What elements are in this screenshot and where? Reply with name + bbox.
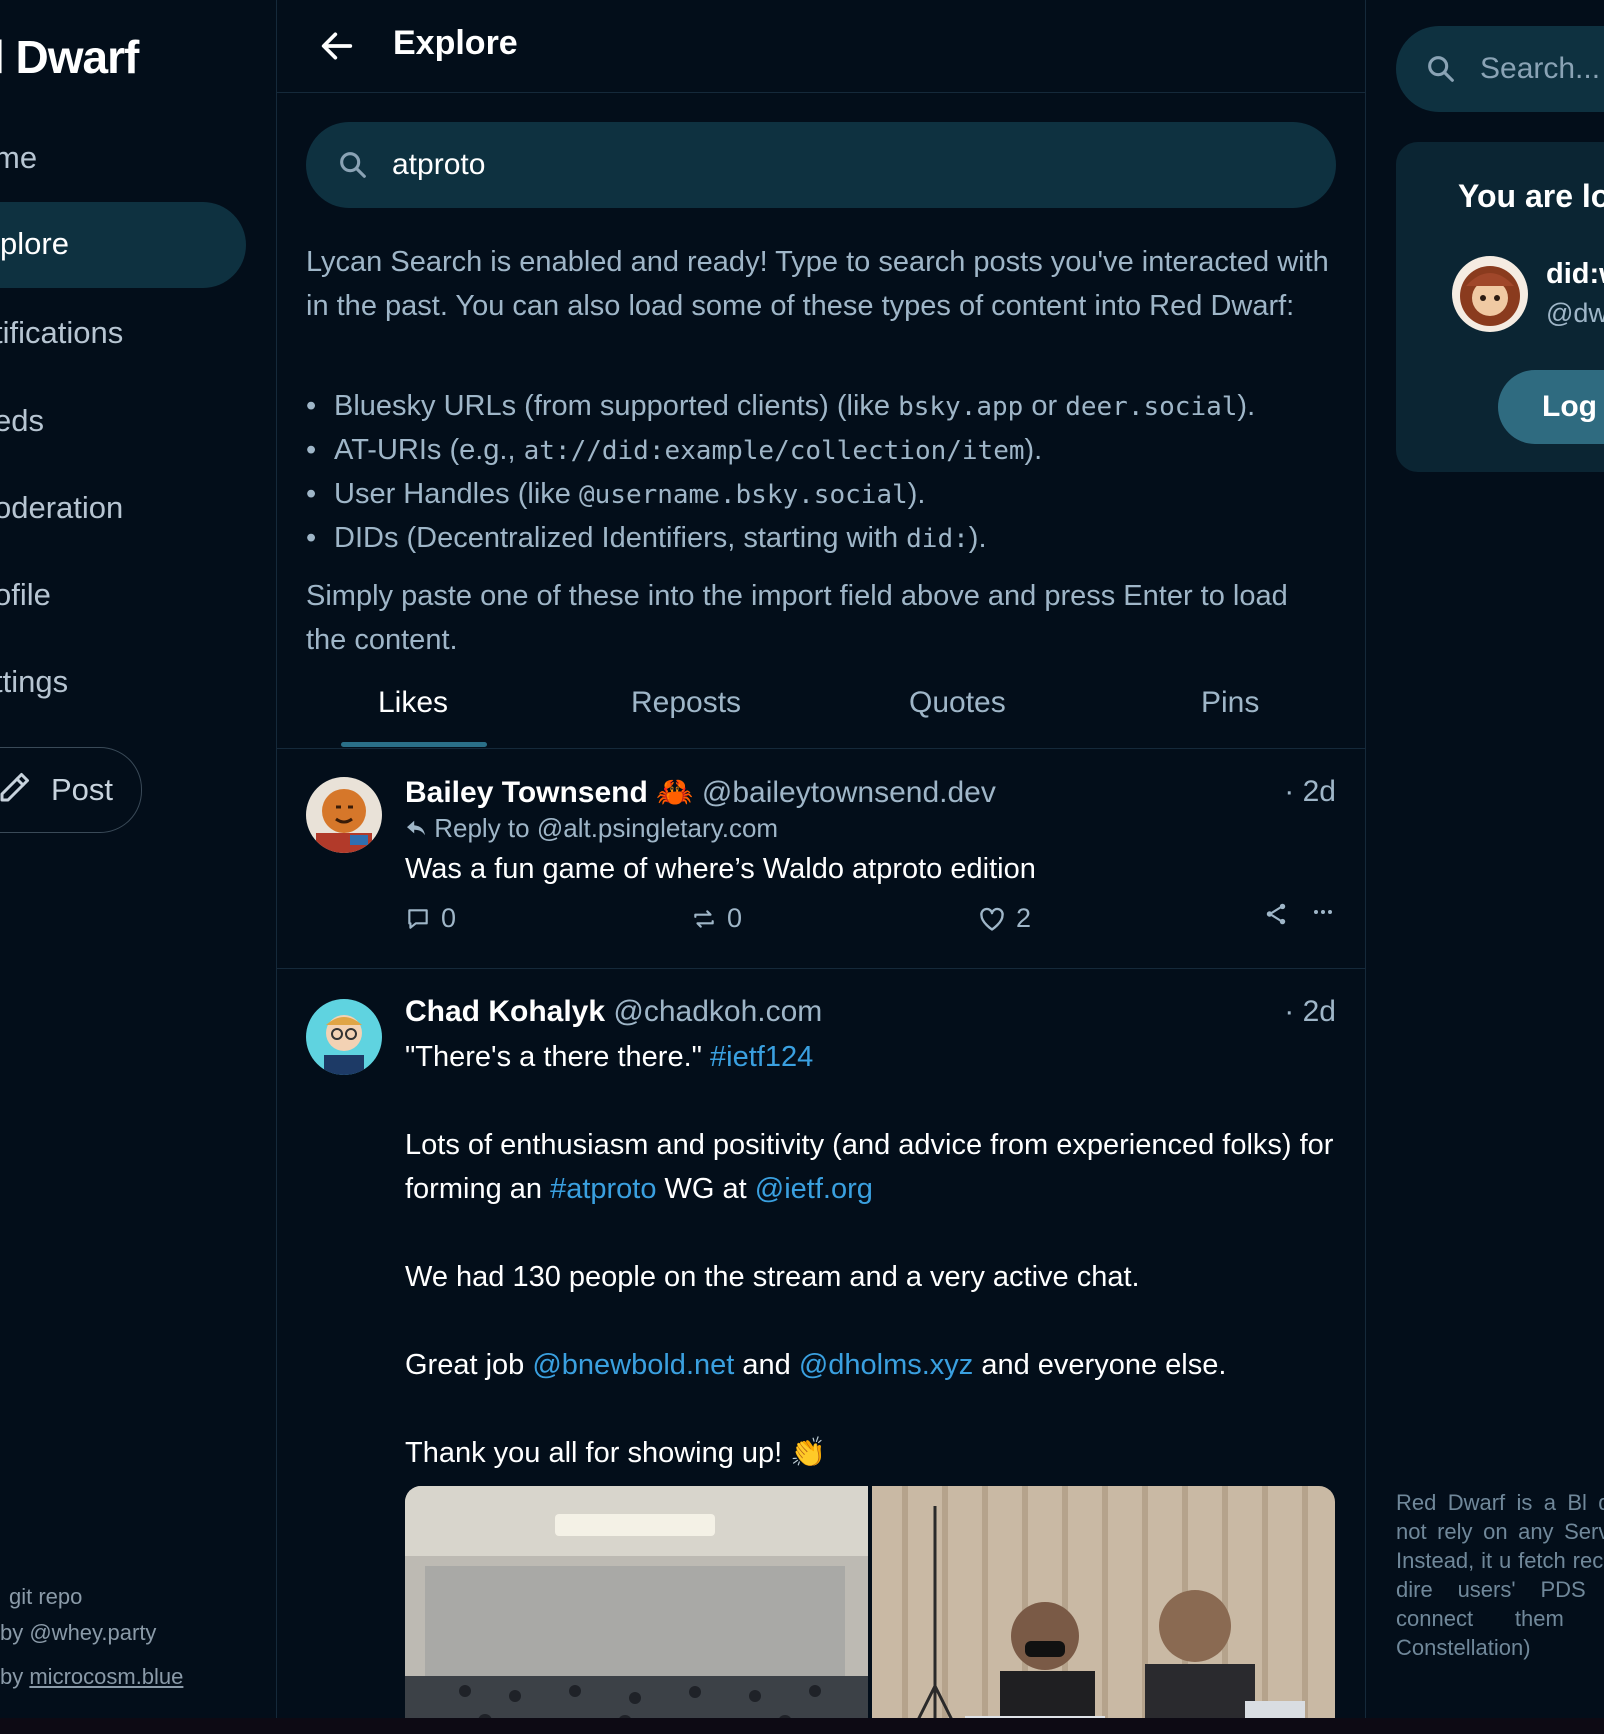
- sidebar-item-home[interactable]: me: [0, 140, 37, 176]
- list-item: • User Handles (like @username.bsky.socia…: [306, 478, 926, 510]
- author-emoji: 🦀: [656, 776, 694, 809]
- post-image[interactable]: [872, 1486, 1335, 1734]
- repost-icon: [694, 909, 714, 928]
- list-item: • DIDs (Decentralized Identifiers, starti…: [306, 522, 987, 554]
- search-bar[interactable]: [306, 122, 1336, 208]
- tab-likes[interactable]: Likes: [378, 686, 448, 720]
- git-repo-link[interactable]: git repo: [9, 1584, 82, 1610]
- share-button[interactable]: [1263, 901, 1289, 927]
- window-bottom-edge: [0, 1718, 1604, 1734]
- like-button[interactable]: 2: [978, 903, 1031, 934]
- repost-count: 0: [727, 903, 743, 933]
- login-card-title: You are lo: [1458, 178, 1604, 214]
- reply-context[interactable]: Reply to @alt.psingletary.com: [405, 813, 778, 844]
- post-image-grid[interactable]: [405, 1486, 1335, 1734]
- post-item[interactable]: Bailey Townsend 🦀 @baileytownsend.dev · …: [277, 749, 1365, 969]
- reply-label: Reply to @alt.psingletary.com: [434, 813, 779, 843]
- more-button[interactable]: [1311, 899, 1335, 925]
- post-author: Chad Kohalyk @chadkoh.com: [405, 995, 822, 1029]
- search-info-outro: Simply paste one of these into the impor…: [306, 580, 1288, 656]
- account-handle: @dw: [1546, 298, 1604, 328]
- tab-quotes[interactable]: Quotes: [909, 686, 1006, 720]
- post-line: Lots of enthusiasm and positivity (and a…: [405, 1129, 1334, 1205]
- supported-formats-list: • Bluesky URLs (from supported clients) (…: [306, 384, 1336, 560]
- sidebar-item-settings[interactable]: ttings: [0, 664, 68, 700]
- like-count: 2: [1016, 903, 1032, 933]
- page-title: Explore: [393, 24, 518, 62]
- mention-link[interactable]: @bnewbold.net: [532, 1349, 734, 1381]
- sidebar-item-explore[interactable]: plore: [0, 202, 246, 288]
- share-icon: [1266, 903, 1286, 925]
- tab-pins[interactable]: Pins: [1201, 686, 1259, 720]
- sidebar-item-label: plore: [0, 226, 69, 261]
- login-button-label: Log: [1542, 390, 1597, 423]
- sidebar-search-input[interactable]: [1478, 46, 1604, 92]
- avatar[interactable]: [306, 999, 382, 1075]
- active-tab-indicator: [341, 742, 487, 747]
- repost-button[interactable]: 0: [691, 903, 742, 934]
- hashtag-link[interactable]: #ietf124: [710, 1041, 813, 1073]
- main-column: Explore Lycan Search is enabled and read…: [277, 0, 1366, 1734]
- tab-reposts[interactable]: Reposts: [631, 686, 741, 720]
- app-brand[interactable]: l Dwarf: [0, 30, 139, 84]
- avatar: [1452, 256, 1528, 332]
- search-icon: [1424, 52, 1458, 91]
- login-card: You are lo did:w @dw Log: [1396, 142, 1604, 472]
- more-icon: [1314, 910, 1332, 914]
- comment-icon: [408, 908, 428, 929]
- microcosm-link[interactable]: microcosm.blue: [29, 1664, 183, 1689]
- post-time[interactable]: · 2d: [1284, 775, 1336, 809]
- author-name[interactable]: Chad Kohalyk: [405, 995, 605, 1028]
- post-line: Thank you all for showing up! 👏: [405, 1437, 827, 1469]
- avatar[interactable]: [306, 777, 382, 853]
- post-author: Bailey Townsend 🦀 @baileytownsend.dev: [405, 775, 996, 810]
- reply-button[interactable]: 0: [405, 903, 456, 934]
- credit-prefix: by: [0, 1664, 30, 1689]
- sidebar-item-feeds[interactable]: eds: [0, 403, 44, 439]
- author-name[interactable]: Bailey Townsend: [405, 776, 648, 809]
- author-handle[interactable]: @baileytownsend.dev: [702, 776, 996, 809]
- heart-icon: [980, 907, 1004, 931]
- list-item: • Bluesky URLs (from supported clients) (…: [306, 390, 1256, 422]
- post-text: Was a fun game of where’s Waldo atproto …: [405, 853, 1036, 885]
- reply-count: 0: [441, 903, 457, 933]
- post-line: We had 130 people on the stream and a ve…: [405, 1261, 1140, 1293]
- credit-microcosm: by microcosm.blue: [0, 1664, 183, 1690]
- post-button-label: Post: [51, 772, 114, 807]
- hashtag-link[interactable]: #atproto: [550, 1173, 656, 1205]
- reply-icon: [405, 813, 427, 843]
- author-handle[interactable]: @chadkoh.com: [613, 995, 822, 1028]
- credit-whey[interactable]: by @whey.party: [0, 1620, 156, 1646]
- post-image[interactable]: [405, 1486, 868, 1734]
- about-text: Red Dwarf is a Bl does not rely on any S…: [1396, 1490, 1604, 1660]
- account-did: did:w: [1546, 258, 1604, 290]
- post-button[interactable]: Post: [0, 747, 142, 833]
- sidebar-item-notifications[interactable]: tifications: [0, 315, 123, 351]
- sidebar-item-profile[interactable]: ofile: [0, 577, 51, 613]
- right-sidebar: You are lo did:w @dw Log Red Dwarf is a …: [1366, 0, 1604, 1734]
- list-item: • AT-URIs (e.g., at://did:example/collect…: [306, 434, 1043, 466]
- sidebar-search-bar[interactable]: [1396, 26, 1604, 112]
- page-header: Explore: [277, 0, 1365, 93]
- post-line: "There's a there there." #ietf124: [405, 1041, 814, 1073]
- mention-link[interactable]: @ietf.org: [755, 1173, 873, 1205]
- mention-link[interactable]: @dholms.xyz: [799, 1349, 973, 1381]
- left-sidebar: l Dwarf me plore tifications eds oderati…: [0, 0, 277, 1734]
- post-line: Great job @bnewbold.net and @dholms.xyz …: [405, 1349, 1227, 1381]
- search-icon: [336, 148, 370, 187]
- pencil-icon: [0, 770, 32, 811]
- search-input[interactable]: [390, 142, 1294, 188]
- sidebar-item-moderation[interactable]: oderation: [0, 490, 123, 526]
- post-text: "There's a there there." #ietf124 Lots o…: [405, 1035, 1335, 1475]
- login-button[interactable]: Log: [1498, 370, 1604, 444]
- back-arrow-icon[interactable]: [317, 26, 357, 71]
- search-info-intro: Lycan Search is enabled and ready! Type …: [306, 246, 1329, 322]
- tab-bar: Likes Reposts Quotes Pins: [277, 660, 1365, 749]
- post-time[interactable]: · 2d: [1284, 995, 1336, 1029]
